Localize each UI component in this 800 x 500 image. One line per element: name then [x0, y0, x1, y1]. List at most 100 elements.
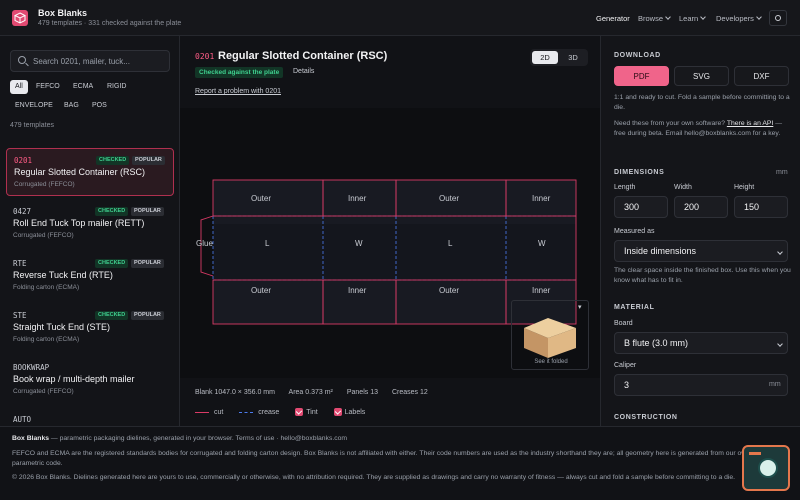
filter-chip-rigid[interactable]: RIGID [102, 80, 131, 94]
measured-note: The clear space inside the finished box.… [614, 267, 791, 284]
board-value: B flute (3.0 mm) [624, 338, 689, 348]
checked-status-badge: Checked against the plate [195, 67, 284, 78]
filter-chip-fefco[interactable]: FEFCO [31, 80, 65, 94]
checked-badge: CHECKED [95, 311, 129, 320]
width-input[interactable]: 200 [674, 196, 728, 218]
template-code: BOOKWRAP [13, 363, 50, 372]
board-label: Board [614, 320, 633, 327]
preview-menu-icon[interactable]: ▾ [578, 303, 582, 311]
bottom-flap-label: Inner [532, 286, 551, 295]
nav-learn[interactable]: Learn [679, 14, 707, 23]
dieline-legend: cut crease Tint Labels [195, 408, 365, 416]
template-name: Roll End Tuck Top mailer (RETT) [13, 218, 145, 228]
chevron-down-icon [756, 14, 762, 20]
popular-badge: POPULAR [131, 207, 164, 216]
dieline-workspace: 0201 Regular Slotted Container (RSC) Che… [180, 36, 600, 426]
dieline-canvas[interactable]: Outer Inner Outer Inner Glue L W L W Out… [180, 108, 600, 378]
chevron-down-icon [665, 14, 671, 20]
view-toggle: 2D 3D [530, 49, 588, 66]
filter-chip-bag[interactable]: BAG [59, 99, 84, 113]
app-subtitle: 479 templates · 331 checked against the … [38, 20, 182, 27]
nav-learn-label: Learn [679, 14, 699, 23]
caliper-unit: mm [769, 381, 781, 388]
measured-as-value: Inside dimensions [624, 246, 697, 256]
blank-area: Area 0.373 m² [288, 389, 333, 396]
download-note: 1:1 and ready to cut. Fold a sample befo… [614, 94, 790, 111]
height-input[interactable]: 150 [734, 196, 788, 218]
api-link[interactable]: There is an API [727, 120, 773, 127]
search-icon [18, 56, 26, 64]
panel-count: Panels 13 [346, 389, 378, 396]
template-code-label: 0201 [195, 52, 215, 61]
length-input[interactable]: 300 [614, 196, 668, 218]
nav-generator[interactable]: Generator [596, 14, 630, 23]
download-svg-button[interactable]: SVG [674, 66, 729, 86]
footer-line-1: Box Blanks — parametric packaging dielin… [12, 434, 782, 444]
template-category: Corrugated (FEFCO) [14, 181, 75, 188]
legend-cut: cut [214, 408, 224, 416]
checked-badge: CHECKED [96, 156, 130, 165]
download-dxf-button[interactable]: DXF [734, 66, 789, 86]
filter-chip-all[interactable]: All [10, 80, 28, 94]
sun-icon [775, 15, 781, 21]
checked-badge: CHECKED [95, 259, 129, 268]
caliper-input[interactable]: 3 mm [614, 374, 788, 396]
bottom-flap-label: Outer [251, 286, 272, 295]
nav-developers[interactable]: Developers [716, 14, 762, 23]
template-category: Corrugated (FEFCO) [13, 232, 74, 239]
bottom-flap-label: Outer [439, 286, 460, 295]
footer-links[interactable]: — parametric packaging dielines, generat… [51, 435, 347, 442]
filter-chip-pos[interactable]: POS [87, 99, 112, 113]
template-card-0427[interactable]: 0427 CHECKED POPULAR Roll End Tuck Top m… [6, 200, 174, 248]
measured-as-select[interactable]: Inside dimensions [614, 240, 788, 262]
template-card-rte[interactable]: RTE CHECKED POPULAR Reverse Tuck End (RT… [6, 252, 174, 300]
page-title: Regular Slotted Container (RSC) [218, 50, 388, 62]
nav-browse[interactable]: Browse [638, 14, 671, 23]
filter-chip-ecma[interactable]: ECMA [68, 80, 98, 94]
app-title[interactable]: Box Blanks [38, 8, 87, 18]
height-label: Height [734, 184, 755, 191]
bottom-flap-label: Inner [348, 286, 367, 295]
panel-label: W [355, 239, 363, 248]
tint-checkbox[interactable] [295, 408, 304, 416]
checked-badge: CHECKED [95, 207, 129, 216]
template-code: STE [13, 311, 27, 320]
theme-toggle-button[interactable] [769, 10, 787, 26]
legend-tint: Tint [306, 408, 318, 416]
template-card-auto[interactable]: AUTO [6, 408, 174, 426]
dimensions-heading: DIMENSIONS [614, 169, 665, 176]
top-flap-label: Outer [439, 194, 460, 203]
download-pdf-button[interactable]: PDF [614, 66, 669, 86]
help-chat-button[interactable] [742, 445, 790, 491]
view-3d-button[interactable]: 3D [560, 51, 586, 64]
board-select[interactable]: B flute (3.0 mm) [614, 332, 788, 354]
glue-flap-label: Glue [196, 239, 213, 248]
top-flap-label: Inner [348, 194, 367, 203]
template-category: Folding carton (ECMA) [13, 336, 80, 343]
construction-heading: CONSTRUCTION [614, 414, 678, 421]
crease-count: Creases 12 [391, 389, 428, 396]
template-card-0201[interactable]: 0201 CHECKED POPULAR Regular Slotted Con… [6, 148, 174, 196]
report-problem-link[interactable]: Report a problem with 0201 [195, 88, 281, 95]
panel-label: W [538, 239, 546, 248]
width-label: Width [674, 184, 692, 191]
search-input[interactable] [33, 54, 167, 68]
template-code: RTE [13, 259, 27, 268]
template-code: 0201 [14, 156, 33, 165]
api-note-prefix: Need these from your own software? [614, 120, 726, 127]
popular-badge: POPULAR [131, 259, 164, 268]
blank-size: Blank 1047.0 × 356.0 mm [195, 389, 275, 396]
template-name: Regular Slotted Container (RSC) [14, 167, 146, 177]
filter-chip-envelope[interactable]: ENVELOPE [10, 99, 58, 113]
details-link[interactable]: Details [293, 68, 314, 75]
blank-stats: Blank 1047.0 × 356.0 mm Area 0.373 m² Pa… [195, 389, 440, 396]
template-card-bookwrap[interactable]: BOOKWRAP Book wrap / multi-depth mailer … [6, 356, 174, 404]
view-2d-button[interactable]: 2D [532, 51, 558, 64]
nav-developers-label: Developers [716, 14, 754, 23]
fold-preview-caption: See it folded [534, 359, 568, 365]
labels-checkbox[interactable] [333, 408, 342, 416]
template-card-ste[interactable]: STE CHECKED POPULAR Straight Tuck End (S… [6, 304, 174, 352]
fold-preview-card[interactable]: ▾ See it folded [511, 300, 589, 370]
box-logo-icon [12, 10, 28, 26]
top-flap-label: Inner [532, 194, 551, 203]
